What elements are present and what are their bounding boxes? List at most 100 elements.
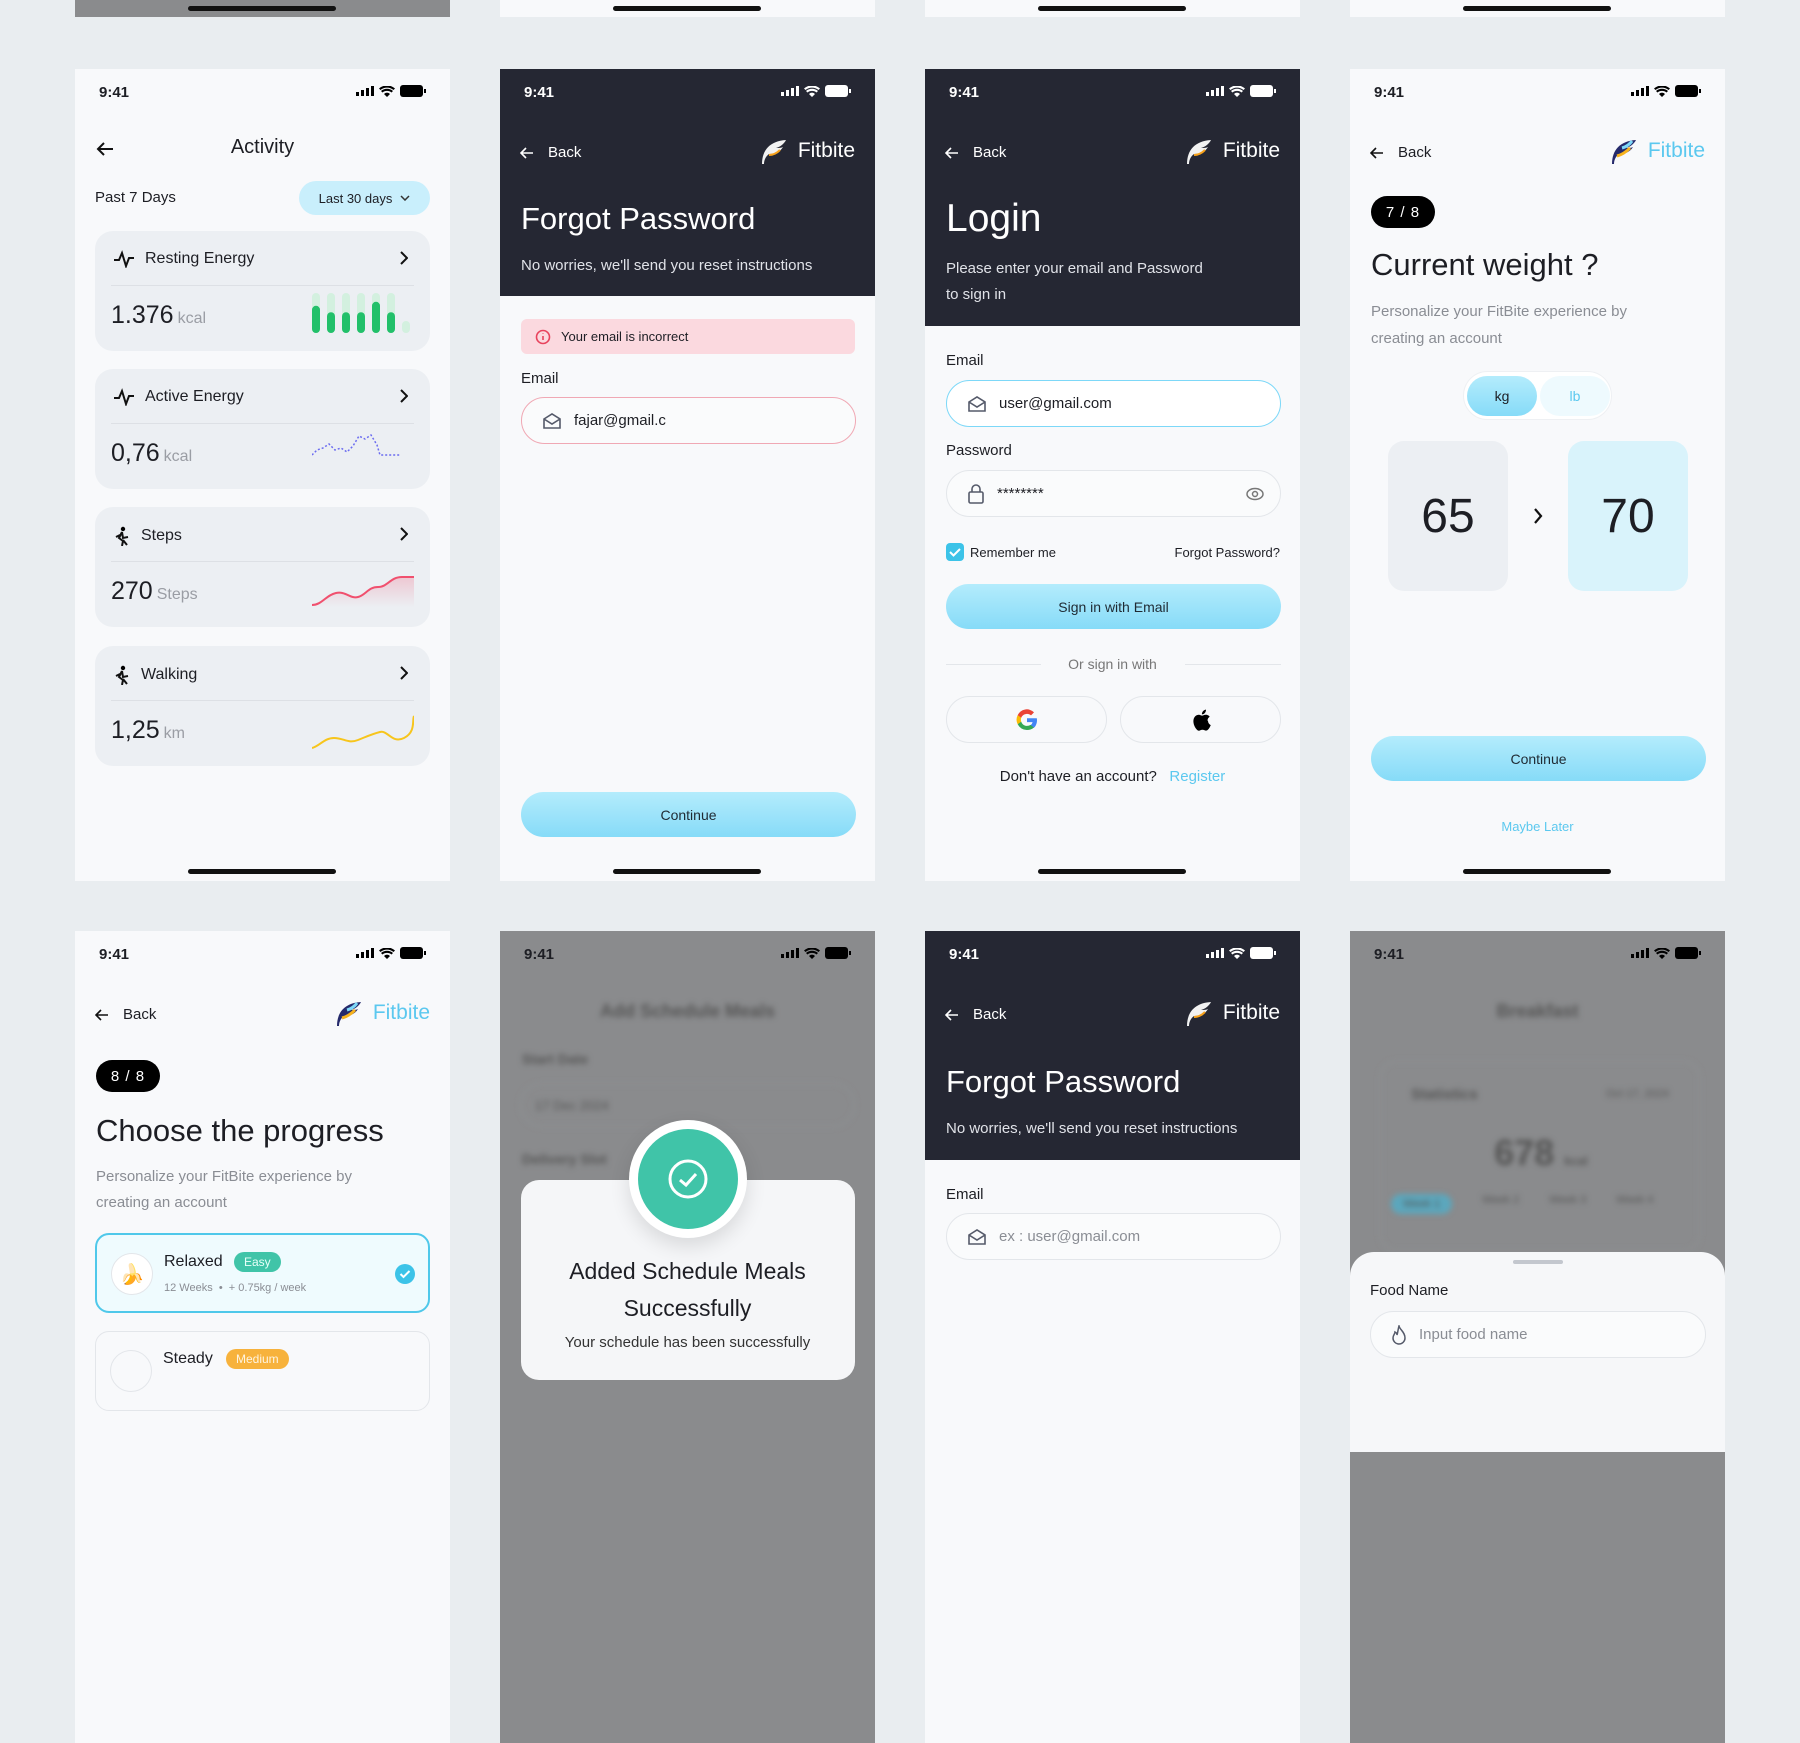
food-name-input[interactable]: Input food name — [1370, 1311, 1706, 1358]
option-steady[interactable]: Steady Medium — [95, 1331, 430, 1411]
maybe-later-link[interactable]: Maybe Later — [1350, 819, 1725, 834]
register-link[interactable]: Register — [1169, 768, 1225, 785]
continue-button[interactable]: Continue — [521, 792, 856, 837]
food-name-label: Food Name — [1370, 1282, 1449, 1299]
chevron-right-icon — [400, 389, 408, 403]
status-icons — [781, 947, 851, 959]
back-button[interactable]: Back — [520, 144, 581, 161]
status-icons — [356, 85, 426, 97]
back-button[interactable]: Back — [945, 144, 1006, 161]
page-title: Activity — [230, 136, 295, 158]
check-circle-icon — [668, 1159, 708, 1199]
email-field[interactable]: ex : user@gmail.com — [946, 1213, 1281, 1260]
continue-button[interactable]: Continue — [1371, 736, 1706, 781]
card-title: Steps — [141, 527, 182, 544]
partial-phone-2 — [500, 0, 875, 17]
back-arrow-icon — [945, 146, 958, 159]
email-field[interactable]: fajar@gmail.c — [521, 397, 856, 444]
status-bar: 9:41 — [1350, 931, 1725, 979]
card-resting-energy[interactable]: Resting Energy 1.376 kcal — [95, 231, 430, 351]
email-label: Email — [521, 370, 559, 387]
success-message: Your schedule has been successfully — [564, 1334, 811, 1351]
home-indicator — [1463, 6, 1611, 11]
forgot-password-link[interactable]: Forgot Password? — [1175, 545, 1281, 560]
subtitle-line-2: to sign in — [946, 286, 1007, 303]
status-icons — [1206, 947, 1276, 959]
status-time: 9:41 — [949, 946, 980, 963]
error-banner: Your email is incorrect — [521, 319, 855, 354]
subtitle-line-2: creating an account — [1371, 330, 1502, 347]
signal-icon — [1631, 948, 1649, 958]
chevron-right-icon — [400, 666, 408, 680]
schedule-success-screen: 9:41 Add Schedule Meals Start Date 17 De… — [500, 931, 875, 1743]
back-button[interactable]: Back — [1370, 144, 1431, 161]
password-field[interactable]: ******** — [946, 470, 1281, 517]
sheet-drag-handle[interactable] — [1513, 1260, 1563, 1264]
header: 9:41 Back Fitbite Forgot Password No wor… — [500, 69, 875, 296]
page-title: Forgot Password — [521, 201, 756, 236]
active-energy-sparkline — [312, 433, 401, 456]
page-title: Login — [946, 197, 1042, 240]
back-button[interactable]: Back — [945, 1006, 1006, 1023]
google-sign-in-button[interactable] — [946, 696, 1107, 743]
lock-icon — [968, 483, 984, 504]
chevron-right-icon — [1534, 508, 1543, 524]
battery-icon — [1675, 85, 1701, 97]
status-time: 9:41 — [524, 84, 555, 101]
email-label: Email — [946, 352, 984, 369]
partial-phone-1 — [75, 0, 450, 17]
unit-option-lb[interactable]: lb — [1540, 376, 1610, 416]
unit-option-kg[interactable]: kg — [1467, 376, 1537, 416]
card-walking[interactable]: Walking 1,25 km — [95, 646, 430, 766]
status-time: 9:41 — [524, 946, 555, 963]
bar — [402, 321, 410, 333]
signal-icon — [356, 948, 374, 958]
option-details: 12 Weeks • + 0.75kg / week — [164, 1282, 307, 1294]
level-badge: Easy — [234, 1252, 281, 1272]
forgot-password-error-screen: 9:41 Back Fitbite Forgot Password No wor… — [500, 69, 875, 881]
email-field[interactable]: user@gmail.com — [946, 380, 1281, 427]
header: 9:41 Back Fitbite Forgot Password No wor… — [925, 931, 1300, 1160]
card-steps[interactable]: Steps 270 Steps — [95, 507, 430, 627]
unit-toggle: kg lb — [1463, 371, 1612, 420]
wifi-icon — [379, 85, 395, 97]
login-screen: 9:41 Back Fitbite Login Please enter you… — [925, 69, 1300, 881]
status-icons — [1206, 85, 1276, 97]
signal-icon — [356, 86, 374, 96]
card-active-energy[interactable]: Active Energy 0,76 kcal — [95, 369, 430, 489]
apple-sign-in-button[interactable] — [1120, 696, 1281, 743]
wifi-icon — [1229, 947, 1245, 959]
status-time: 9:41 — [1374, 946, 1405, 963]
card-value: 270 Steps — [111, 577, 198, 605]
fitbite-logo-icon — [1611, 140, 1636, 164]
background-stats-card: Statistics Oct 17, 2024 678 kcal Week 1W… — [1380, 1061, 1700, 1251]
success-badge — [629, 1120, 747, 1238]
wifi-icon — [379, 947, 395, 959]
register-prompt: Don't have an account? Register — [999, 768, 1226, 785]
period-dropdown[interactable]: Last 30 days — [299, 181, 430, 215]
page-title: Current weight ? — [1371, 247, 1599, 282]
email-value: user@gmail.com — [999, 395, 1112, 412]
level-badge: Medium — [226, 1349, 289, 1369]
home-indicator — [1038, 6, 1186, 11]
status-icons — [1631, 947, 1701, 959]
current-weight-value[interactable]: 65 — [1388, 441, 1508, 591]
eye-icon[interactable] — [1246, 487, 1264, 501]
target-weight-value[interactable]: 70 — [1568, 441, 1688, 591]
background-start-label: Start Date — [522, 1051, 589, 1067]
status-time: 9:41 — [949, 84, 980, 101]
back-arrow-icon — [95, 1008, 108, 1021]
back-button[interactable]: Back — [95, 1006, 156, 1023]
brand-logo: Fitbite — [335, 1000, 430, 1026]
step-badge: 7 / 8 — [1371, 196, 1435, 228]
background-title: Breakfast — [1496, 1001, 1579, 1021]
activity-screen: 9:41 Activity Past 7 Days Last 30 days R… — [75, 69, 450, 881]
status-time: 9:41 — [99, 84, 130, 101]
forgot-password-screen: 9:41 Back Fitbite Forgot Password No wor… — [925, 931, 1300, 1743]
remember-me-checkbox[interactable]: Remember me — [946, 543, 1056, 561]
email-label: Email — [946, 1186, 984, 1203]
sign-in-email-button[interactable]: Sign in with Email — [946, 584, 1281, 629]
card-value: 1,25 km — [111, 716, 185, 744]
bar — [372, 301, 380, 333]
option-relaxed[interactable]: 🍌 Relaxed Easy 12 Weeks • + 0.75kg / wee… — [95, 1233, 430, 1313]
